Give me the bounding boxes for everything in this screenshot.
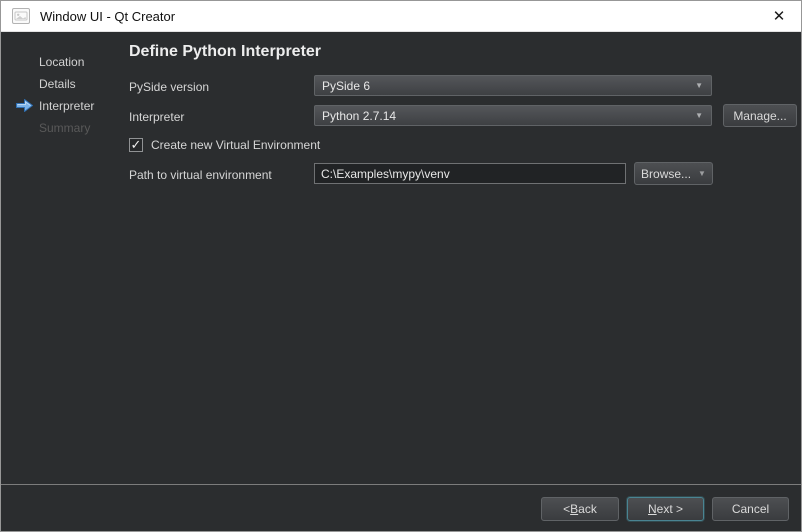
checkmark-icon: ✓ xyxy=(131,138,142,151)
wizard-content: Location Details Interpreter Summary Def… xyxy=(1,32,801,531)
step-summary: Summary xyxy=(1,117,129,139)
wizard-window: Window UI - Qt Creator ✕ Location Detail… xyxy=(0,0,802,532)
create-venv-label[interactable]: Create new Virtual Environment xyxy=(151,138,320,152)
app-icon xyxy=(12,8,30,24)
chevron-down-icon: ▼ xyxy=(695,82,703,90)
back-button[interactable]: < Back xyxy=(541,497,619,521)
create-venv-checkbox[interactable]: ✓ xyxy=(129,138,143,152)
title-bar: Window UI - Qt Creator ✕ xyxy=(1,1,801,32)
pyside-version-label: PySide version xyxy=(129,80,209,94)
step-details: Details xyxy=(1,73,129,95)
step-interpreter: Interpreter xyxy=(1,95,129,117)
chevron-down-icon: ▼ xyxy=(698,170,706,178)
interpreter-label: Interpreter xyxy=(129,110,184,124)
manage-button[interactable]: Manage... xyxy=(723,104,797,127)
step-location: Location xyxy=(1,51,129,73)
pyside-version-value: PySide 6 xyxy=(322,79,370,93)
interpreter-value: Python 2.7.14 xyxy=(322,109,396,123)
close-button[interactable]: ✕ xyxy=(757,1,801,31)
page-title: Define Python Interpreter xyxy=(129,43,321,61)
venv-path-label: Path to virtual environment xyxy=(129,168,272,182)
venv-path-input[interactable] xyxy=(314,163,626,184)
browse-button[interactable]: Browse... ▼ xyxy=(634,162,713,185)
current-step-arrow-icon xyxy=(15,98,34,113)
chevron-down-icon: ▼ xyxy=(695,112,703,120)
pyside-version-combobox[interactable]: PySide 6 ▼ xyxy=(314,75,712,96)
interpreter-combobox[interactable]: Python 2.7.14 ▼ xyxy=(314,105,712,126)
window-title: Window UI - Qt Creator xyxy=(40,9,175,24)
footer-separator xyxy=(1,484,801,485)
wizard-steps: Location Details Interpreter Summary xyxy=(1,51,129,139)
next-button[interactable]: Next > xyxy=(627,497,704,521)
cancel-button[interactable]: Cancel xyxy=(712,497,789,521)
close-icon: ✕ xyxy=(773,7,786,25)
